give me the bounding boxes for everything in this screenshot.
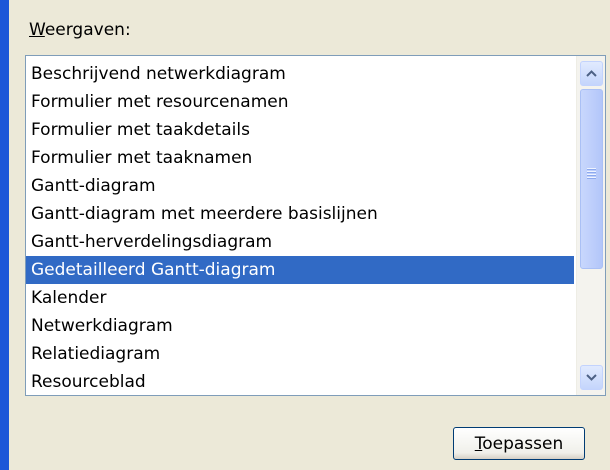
- list-item[interactable]: Gantt-diagram met meerdere basislijnen: [26, 200, 574, 228]
- chevron-down-icon: [586, 374, 597, 381]
- scroll-down-button[interactable]: [580, 365, 603, 390]
- list-item[interactable]: Kalender: [26, 284, 574, 312]
- views-scrollbar[interactable]: [576, 56, 605, 395]
- window-left-edge: [0, 0, 9, 470]
- list-item[interactable]: Formulier met resourcenamen: [26, 88, 574, 116]
- list-item[interactable]: Formulier met taakdetails: [26, 116, 574, 144]
- list-item[interactable]: Formulier met taaknamen: [26, 144, 574, 172]
- thumb-grip-icon: [587, 168, 596, 180]
- views-label: Weergaven:: [29, 20, 131, 40]
- views-list-items: Beschrijvend netwerkdiagram Formulier met…: [26, 56, 574, 396]
- list-item[interactable]: Netwerkdiagram: [26, 312, 574, 340]
- chevron-up-icon: [586, 70, 597, 77]
- apply-button[interactable]: Toepassen: [453, 427, 585, 460]
- scroll-thumb[interactable]: [580, 89, 603, 269]
- list-item[interactable]: Gantt-herverdelingsdiagram: [26, 228, 574, 256]
- list-item[interactable]: Gedetailleerd Gantt-diagram: [26, 256, 574, 284]
- list-item[interactable]: Resourceblad: [26, 368, 574, 396]
- views-listbox[interactable]: Beschrijvend netwerkdiagram Formulier met…: [25, 55, 606, 396]
- list-item[interactable]: Gantt-diagram: [26, 172, 574, 200]
- list-item[interactable]: Beschrijvend netwerkdiagram: [26, 60, 574, 88]
- scroll-up-button[interactable]: [580, 61, 603, 86]
- list-item[interactable]: Relatiediagram: [26, 340, 574, 368]
